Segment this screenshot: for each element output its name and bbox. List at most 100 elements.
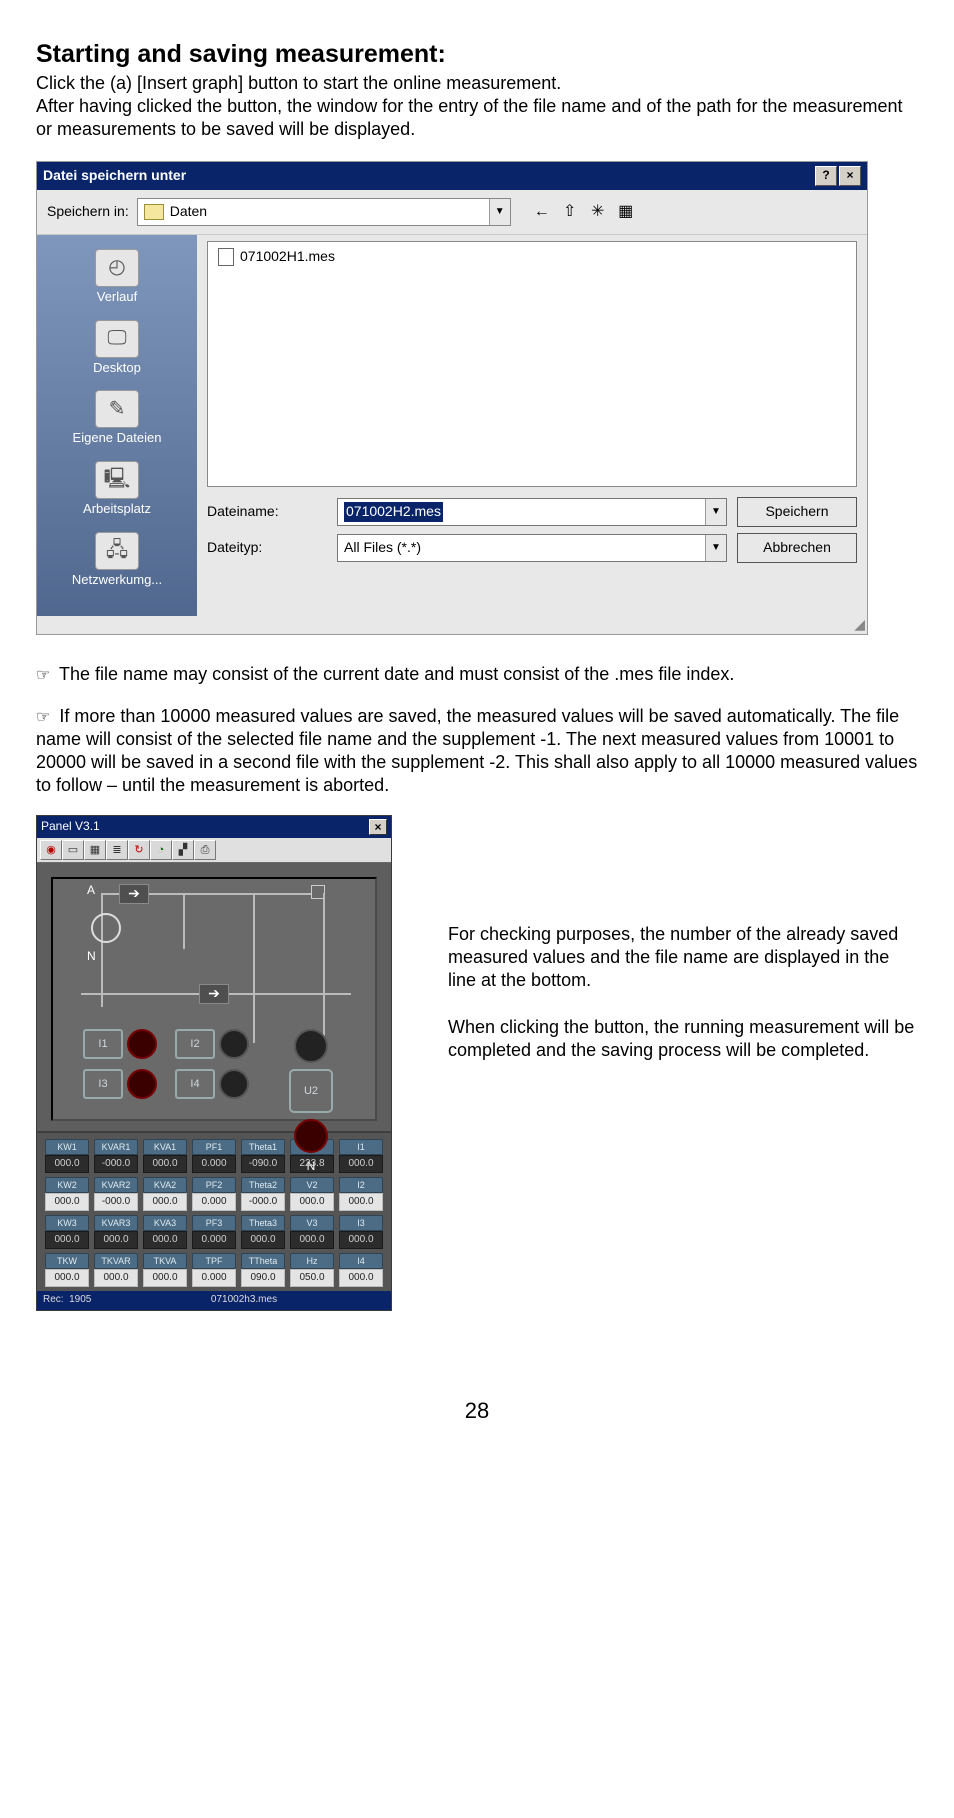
ammeter-row-1: I1 I2 [83, 1029, 249, 1059]
meter-icon [127, 1029, 157, 1059]
place-eigene-dateien[interactable]: ✎ Eigene Dateien [39, 390, 195, 447]
toolbar-refresh-icon[interactable]: ↻ [128, 840, 150, 860]
chevron-down-icon[interactable]: ▼ [489, 199, 510, 225]
diagram-label-N: N [307, 1159, 316, 1174]
views-icon[interactable]: ▦ [615, 201, 637, 223]
pointing-hand-icon: ☞ [36, 709, 50, 726]
grid-value: 000.0 [143, 1269, 187, 1287]
chevron-down-icon[interactable]: ▼ [705, 499, 726, 525]
grid-value: 000.0 [241, 1231, 285, 1249]
note-1: ☞ The file name may consist of the curre… [36, 663, 918, 686]
grid-header: KW3 [45, 1215, 89, 1231]
right-column: For checking purposes, the number of the… [448, 815, 918, 1086]
help-button[interactable]: ? [815, 166, 837, 186]
ammeter-I3: I3 [83, 1069, 123, 1099]
place-arbeitsplatz[interactable]: 🖳 Arbeitsplatz [39, 461, 195, 518]
grid-value: 000.0 [143, 1155, 187, 1173]
file-list[interactable]: 071002H1.mes [207, 241, 857, 487]
panel-close-button[interactable]: × [369, 819, 387, 835]
meter-icon [127, 1069, 157, 1099]
ammeter-I1: I1 [83, 1029, 123, 1059]
grid-header: I1 [339, 1139, 383, 1155]
grid-header: I3 [339, 1215, 383, 1231]
grid-header: TPF [192, 1253, 236, 1269]
pointing-hand-icon: ☞ [36, 667, 50, 684]
dialog-titlebar[interactable]: Datei speichern unter ? × [37, 162, 867, 190]
grid-header: TTheta [241, 1253, 285, 1269]
arrow-icon: ➔ [119, 884, 149, 904]
save-in-dropdown[interactable]: Daten ▼ [137, 198, 511, 226]
grid-value: 0.000 [192, 1269, 236, 1287]
back-icon[interactable]: ← [531, 201, 553, 223]
toolbar-chart-icon[interactable]: ▞ [172, 840, 194, 860]
place-label: Netzwerkumg... [39, 572, 195, 589]
save-button[interactable]: Speichern [737, 497, 857, 527]
filename-input[interactable]: 071002H2.mes ▼ [337, 498, 727, 526]
file-name: 071002H1.mes [240, 248, 335, 266]
grid-header: TKW [45, 1253, 89, 1269]
file-item[interactable]: 071002H1.mes [218, 248, 846, 266]
place-label: Desktop [39, 360, 195, 377]
toolbar-gauge-icon[interactable]: ◔ [150, 840, 172, 860]
history-icon: ◴ [95, 249, 139, 287]
grid-value: 000.0 [290, 1231, 334, 1249]
note-text: The file name may consist of the current… [59, 664, 734, 684]
up-one-level-icon[interactable]: ⇧ [559, 201, 581, 223]
panel-toolbar: ◉ ▭ ▦ ≣ ↻ ◔ ▞ ⎙ [37, 838, 391, 863]
network-icon: 🖧 [95, 532, 139, 570]
resize-grip[interactable]: ◢ [37, 616, 867, 634]
grid-header: KW2 [45, 1177, 89, 1193]
panel-titlebar[interactable]: Panel V3.1 × [37, 816, 391, 838]
chevron-down-icon[interactable]: ▼ [705, 535, 726, 561]
grid-value: 000.0 [143, 1231, 187, 1249]
grid-value: 050.0 [290, 1269, 334, 1287]
status-file: 071002h3.mes [163, 1294, 325, 1307]
ammeter-I2: I2 [175, 1029, 215, 1059]
meter-icon [294, 1029, 328, 1063]
toolbar-export-icon[interactable]: ⎙ [194, 840, 216, 860]
grid-header: PF1 [192, 1139, 236, 1155]
coil-icon [91, 913, 121, 943]
ammeter-I4: I4 [175, 1069, 215, 1099]
grid-header: TKVAR [94, 1253, 138, 1269]
grid-value: 000.0 [45, 1269, 89, 1287]
toolbar-record-icon[interactable]: ◉ [40, 840, 62, 860]
place-verlauf[interactable]: ◴ Verlauf [39, 249, 195, 306]
new-folder-icon[interactable]: ✳ [587, 201, 609, 223]
toolbar-list-icon[interactable]: ≣ [106, 840, 128, 860]
grid-value: -000.0 [241, 1193, 285, 1211]
folder-icon [144, 204, 164, 220]
grid-value: 0.000 [192, 1231, 236, 1249]
note-2: ☞ If more than 10000 measured values are… [36, 705, 918, 798]
filetype-dropdown[interactable]: All Files (*.*) ▼ [337, 534, 727, 562]
grid-value: 000.0 [143, 1193, 187, 1211]
grid-value: 090.0 [241, 1269, 285, 1287]
grid-value: 000.0 [339, 1155, 383, 1173]
computer-icon: 🖳 [95, 461, 139, 499]
section-heading: Starting and saving measurement: [36, 38, 918, 70]
meter-icon [219, 1069, 249, 1099]
save-in-value: Daten [170, 203, 207, 221]
grid-value: 0.000 [192, 1155, 236, 1173]
cancel-button[interactable]: Abbrechen [737, 533, 857, 563]
grid-header: KVAR2 [94, 1177, 138, 1193]
place-desktop[interactable]: 🖵 Desktop [39, 320, 195, 377]
meter-icon [294, 1119, 328, 1153]
grid-value: 000.0 [45, 1231, 89, 1249]
grid-header: KVAR1 [94, 1139, 138, 1155]
grid-header: KVA3 [143, 1215, 187, 1231]
grid-value: 000.0 [290, 1193, 334, 1211]
grid-header: TKVA [143, 1253, 187, 1269]
status-rec-label: Rec: [43, 1294, 64, 1305]
place-label: Arbeitsplatz [39, 501, 195, 518]
grid-header: PF2 [192, 1177, 236, 1193]
voltmeter-block: U2 N [289, 1029, 333, 1174]
diagram-label-N: N [87, 949, 96, 964]
status-right [325, 1294, 385, 1307]
close-button[interactable]: × [839, 166, 861, 186]
toolbar-grid-icon[interactable]: ▦ [84, 840, 106, 860]
filename-value: 071002H2.mes [344, 502, 443, 522]
place-netzwerk[interactable]: 🖧 Netzwerkumg... [39, 532, 195, 589]
toolbar-stop-icon[interactable]: ▭ [62, 840, 84, 860]
note-text: If more than 10000 measured values are s… [36, 706, 917, 796]
